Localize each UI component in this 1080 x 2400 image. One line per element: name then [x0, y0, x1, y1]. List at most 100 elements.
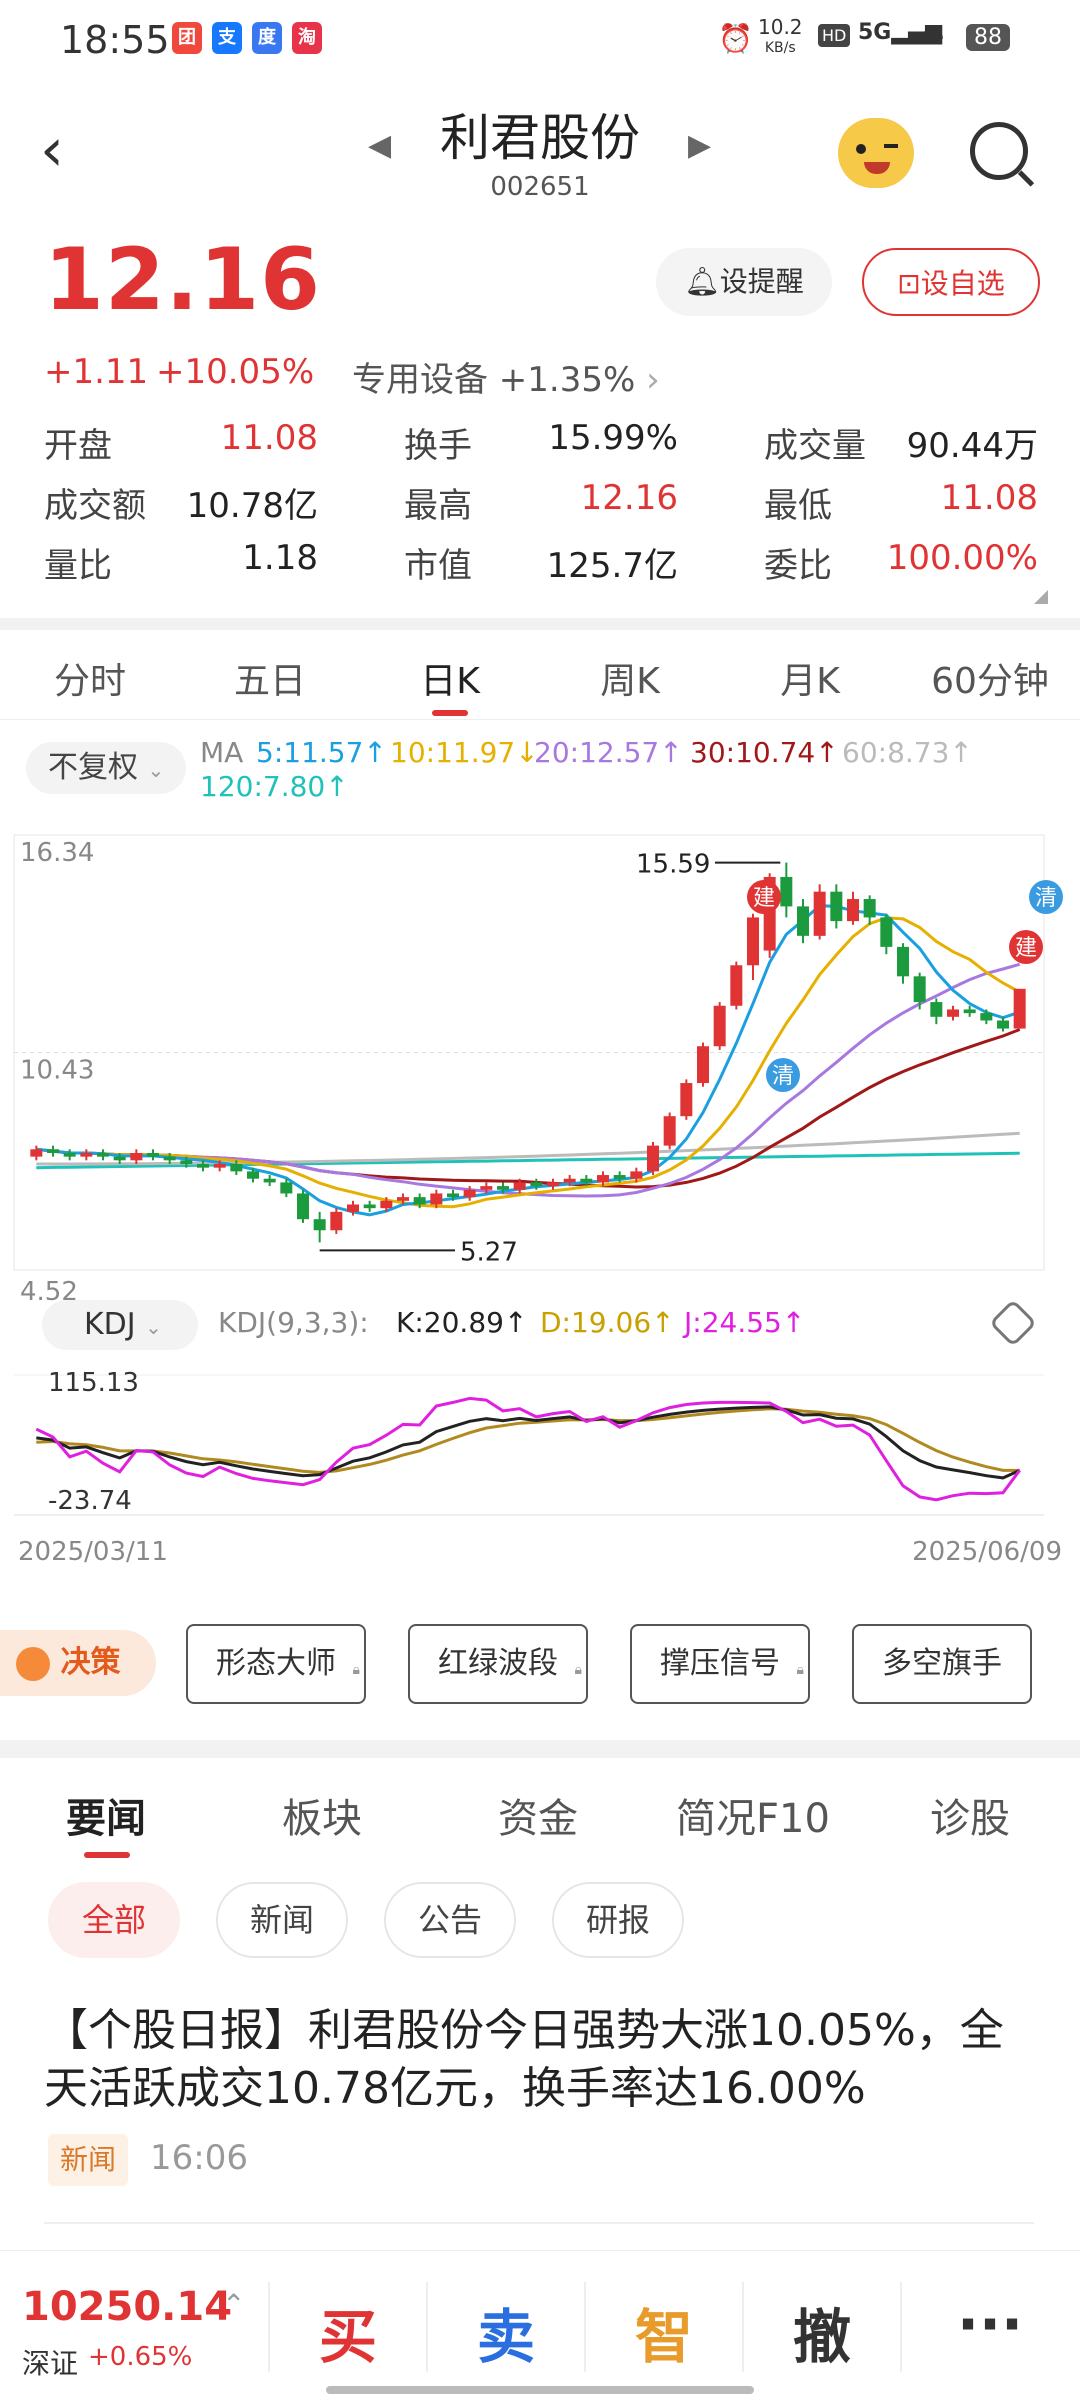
candle-body: [347, 1204, 359, 1212]
kline-chart[interactable]: 16.3410.434.5215.595.27建清建清115.13-23.742…: [0, 815, 1080, 1575]
decision-badge[interactable]: 决策: [0, 1630, 156, 1696]
kline-tab[interactable]: 月K: [740, 652, 880, 704]
net-speed-value: 10.2: [758, 15, 803, 39]
news-tag: 新闻: [48, 2134, 129, 2186]
set-alert-button[interactable]: 🔔︎设提醒: [656, 248, 832, 316]
kline-tab[interactable]: 周K: [560, 652, 700, 704]
candle-body: [230, 1164, 243, 1172]
add-watchlist-button[interactable]: ⊡设自选: [862, 248, 1040, 316]
ma-legend-item: 30:10.74↑: [690, 736, 839, 769]
next-stock-icon[interactable]: ▶: [688, 128, 711, 163]
net-speed: 10.2 KB/s: [758, 15, 803, 57]
candle-body: [80, 1152, 93, 1157]
candle-body: [47, 1149, 59, 1153]
candle-body: [780, 876, 793, 907]
candle-body: [163, 1156, 176, 1161]
ma5-line: [36, 904, 1021, 1217]
kdj-bottom-label: -23.74: [48, 1486, 132, 1516]
stat-label: 市值: [404, 546, 472, 586]
search-icon[interactable]: [970, 122, 1028, 180]
kdj-d-value: D:19.06↑: [540, 1306, 675, 1339]
candle-body: [97, 1152, 109, 1157]
decision-tool-button[interactable]: 撑压信号 🔒︎: [630, 1624, 810, 1704]
candle-body: [180, 1160, 193, 1165]
candle-body: [797, 906, 809, 936]
news-filter-chip[interactable]: 新闻: [216, 1882, 348, 1958]
chevron-up-icon[interactable]: ⌃: [222, 2288, 245, 2321]
cancel-order-button[interactable]: 撤: [762, 2290, 882, 2374]
candle-body: [630, 1171, 643, 1179]
stat-value: 12.16: [580, 478, 678, 518]
y-axis-label: 10.43: [20, 1056, 94, 1086]
kline-tab[interactable]: 五日: [200, 652, 340, 704]
sell-button[interactable]: 卖: [446, 2290, 566, 2374]
news-filter-chip[interactable]: 公告: [384, 1882, 516, 1958]
news-time: 16:06: [150, 2138, 248, 2178]
news-headline[interactable]: 【个股日报】利君股份今日强势大涨10.05%，全天活跃成交10.78亿元，换手率…: [44, 2002, 1044, 2118]
smart-trade-button[interactable]: 智: [604, 2290, 724, 2374]
kdj-select[interactable]: KDJ ⌄: [42, 1300, 198, 1350]
stat-label: 委比: [764, 546, 832, 586]
decision-tool-button[interactable]: 多空旗手: [852, 1624, 1032, 1704]
candle-body: [913, 976, 926, 1003]
ma-legend-item: 10:11.97↓: [390, 736, 539, 769]
candle-body: [980, 1013, 993, 1021]
kline-tab[interactable]: 分时: [20, 652, 160, 704]
more-icon[interactable]: ···: [930, 2290, 1050, 2358]
expand-corner-icon[interactable]: [1034, 590, 1048, 604]
news-tab[interactable]: 诊股: [930, 1786, 1010, 1844]
candle-body: [597, 1175, 609, 1183]
mascot-icon[interactable]: [838, 118, 914, 188]
divider: [584, 2282, 586, 2372]
kdj-j-line: [35, 1396, 1021, 1502]
sector-link[interactable]: 专用设备 +1.35% ›: [352, 352, 660, 401]
kline-tab[interactable]: 60分钟: [920, 652, 1060, 704]
candle-body: [930, 1002, 943, 1017]
candle-body: [697, 1046, 709, 1084]
stock-name: 利君股份: [440, 109, 640, 167]
candle-body: [297, 1193, 309, 1220]
index-value[interactable]: 10250.14: [22, 2284, 232, 2330]
decision-tool-label: 红绿波段: [438, 1646, 558, 1681]
news-filter-chip[interactable]: 研报: [552, 1882, 684, 1958]
adjust-select[interactable]: 不复权 ⌄: [26, 742, 186, 794]
wifi-icon: ◠: [920, 20, 945, 53]
news-tab[interactable]: 资金: [498, 1786, 578, 1844]
candle-body: [30, 1149, 43, 1157]
candle-body: [647, 1145, 659, 1172]
add-watchlist-label: 设自选: [920, 267, 1005, 300]
ma-legend-item: 5:11.57↑: [256, 736, 387, 769]
candle-body: [363, 1204, 376, 1209]
candle-body: [730, 965, 743, 1006]
bell-icon: 🔔︎: [684, 265, 720, 298]
baidu-notification-icon: 度: [252, 22, 282, 54]
kline-tab[interactable]: 日K: [380, 652, 520, 704]
decision-tool-button[interactable]: 红绿波段 🔒︎: [408, 1624, 588, 1704]
candle-body: [530, 1182, 543, 1187]
decision-tool-button[interactable]: 形态大师 🔒︎: [186, 1624, 366, 1704]
divider: [0, 618, 1080, 630]
stat-value: 1.18: [242, 538, 318, 578]
chat-icon: ⊡: [897, 267, 921, 300]
candle-body: [413, 1197, 426, 1205]
stat-label: 换手: [404, 426, 472, 466]
chevron-down-icon: ⌄: [145, 1315, 162, 1339]
kdj-k-line: [36, 1405, 1021, 1480]
status-time: 18:55: [60, 18, 170, 62]
news-filter-chip[interactable]: 全部: [48, 1882, 180, 1958]
news-tab[interactable]: 要闻: [66, 1786, 146, 1844]
app-notification-icon: 团: [172, 22, 202, 54]
lock-icon: 🔒︎: [352, 1662, 360, 1678]
candle-body: [197, 1164, 209, 1168]
stat-label: 最低: [764, 486, 832, 526]
candle-body: [63, 1152, 76, 1157]
buy-button[interactable]: 买: [288, 2290, 408, 2374]
battery-icon: 88: [966, 24, 1010, 51]
news-tab[interactable]: 板块: [282, 1786, 362, 1844]
low-marker-label: 5.27: [460, 1237, 518, 1267]
candle-body: [213, 1164, 226, 1168]
kdj-j-value: J:24.55↑: [684, 1306, 806, 1339]
decision-tool-label: 多空旗手: [882, 1646, 1002, 1681]
news-tab[interactable]: 简况F10: [676, 1786, 830, 1844]
stat-value: 10.78亿: [186, 486, 318, 526]
